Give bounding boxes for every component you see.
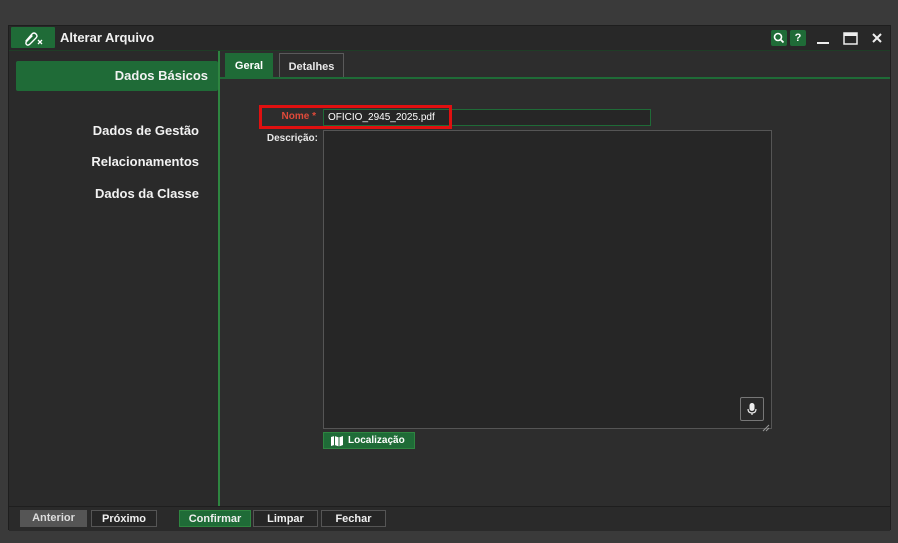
proximo-button[interactable]: Próximo xyxy=(91,510,157,527)
maximize-icon[interactable] xyxy=(840,28,860,48)
tab-detalhes[interactable]: Detalhes xyxy=(279,53,344,78)
anterior-button[interactable]: Anterior xyxy=(20,510,87,527)
resize-grip-icon[interactable] xyxy=(762,419,770,432)
fechar-button[interactable]: Fechar xyxy=(321,510,386,527)
descricao-label: Descrição: xyxy=(266,133,318,144)
sidebar-item-dados-da-classe[interactable]: Dados da Classe xyxy=(9,179,209,209)
sidebar-item-dados-de-gestao[interactable]: Dados de Gestão xyxy=(9,116,209,146)
dialog-window: Alterar Arquivo ? Dados Básicos Dados de… xyxy=(8,25,891,531)
tab-geral[interactable]: Geral xyxy=(225,53,273,78)
localizacao-button[interactable]: Localização xyxy=(323,432,415,449)
tab-divider xyxy=(220,77,890,79)
title-bar: Alterar Arquivo ? xyxy=(9,26,890,51)
microphone-icon[interactable] xyxy=(740,397,764,421)
limpar-button[interactable]: Limpar xyxy=(253,510,318,527)
confirmar-button[interactable]: Confirmar xyxy=(179,510,251,527)
sidebar: Dados Básicos Dados de Gestão Relacionam… xyxy=(9,51,220,506)
search-icon[interactable] xyxy=(771,30,787,46)
map-icon xyxy=(330,435,344,452)
content-area: Geral Detalhes Nome * Descrição: Localiz… xyxy=(220,51,890,506)
localizacao-label: Localização xyxy=(348,435,405,446)
sidebar-item-dados-basicos[interactable]: Dados Básicos xyxy=(16,61,218,91)
sidebar-item-relacionamentos[interactable]: Relacionamentos xyxy=(9,147,209,177)
descricao-textarea[interactable] xyxy=(323,130,772,432)
minimize-icon[interactable] xyxy=(813,28,833,48)
close-icon[interactable] xyxy=(867,28,887,48)
window-title: Alterar Arquivo xyxy=(60,30,155,45)
help-button[interactable]: ? xyxy=(790,30,806,46)
footer-bar: Anterior Próximo Confirmar Limpar Fechar xyxy=(9,506,890,531)
highlight-box xyxy=(259,105,452,129)
attachment-icon xyxy=(11,27,55,48)
